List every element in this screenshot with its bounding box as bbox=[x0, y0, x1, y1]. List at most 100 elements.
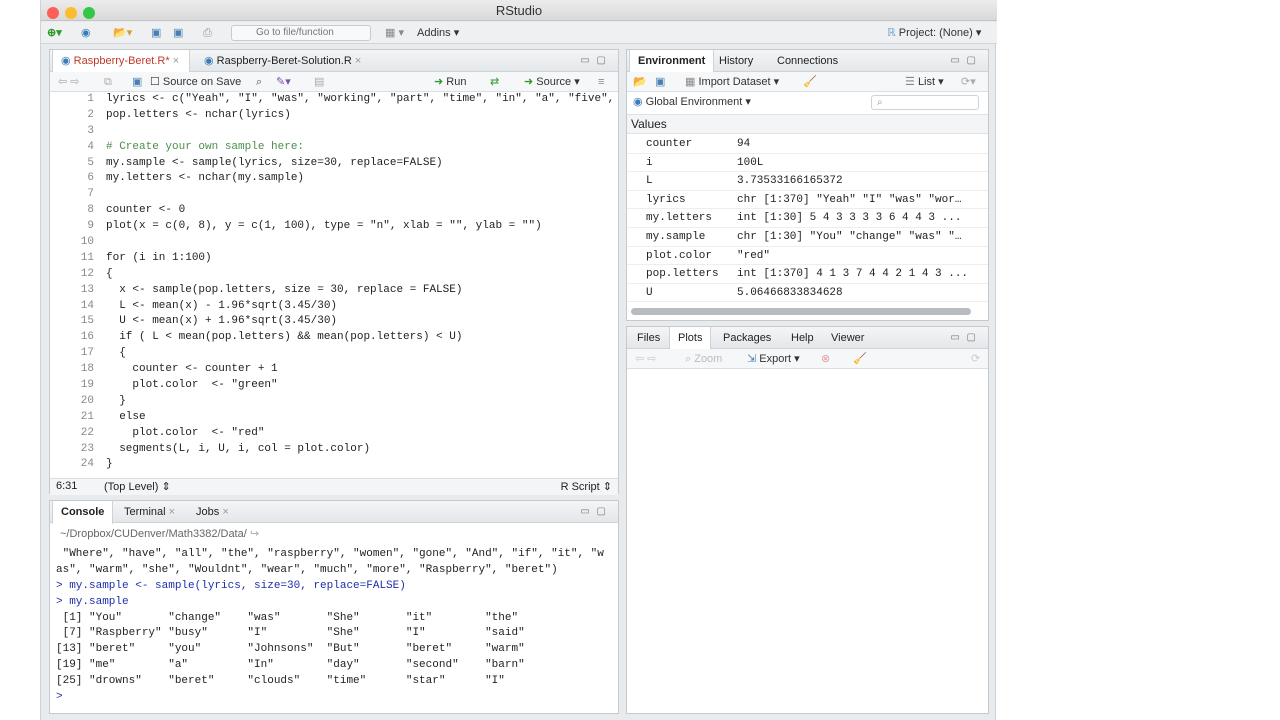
import-dataset-button[interactable]: ▦ Import Dataset ▾ bbox=[685, 74, 779, 90]
refresh-icon[interactable]: ⟳ bbox=[971, 351, 980, 367]
outline-icon[interactable]: ≡ bbox=[598, 74, 604, 90]
code-editor[interactable]: 1 2 3 4 5 6 7 8 9 10 11 12 13 14 15 16 17 18 19 20 21 22 23 24 … bbox=[50, 92, 616, 526]
scope-selector[interactable]: ◉ Global Environment ▾ bbox=[633, 94, 751, 110]
tab-label: Plots bbox=[678, 332, 703, 344]
pane-minmax-icon[interactable]: ▭ ▢ bbox=[580, 55, 608, 66]
code-lines[interactable]: lyrics <- c("Yeah", "I", "was", "working… bbox=[106, 92, 614, 473]
show-in-window-icon[interactable]: ⧉ bbox=[104, 74, 112, 90]
tab-history[interactable]: History bbox=[711, 50, 761, 72]
title-bar: RStudio bbox=[41, 0, 997, 21]
go-to-file-input[interactable]: Go to file/function bbox=[231, 25, 371, 41]
tab-viewer[interactable]: Viewer bbox=[823, 327, 872, 349]
save-workspace-icon[interactable]: ▣ bbox=[655, 74, 665, 90]
code-tools-icon[interactable]: ✎▾ bbox=[276, 74, 291, 90]
source-label: Source bbox=[536, 76, 572, 88]
tab-raspberry-beret-solution[interactable]: ◉ Raspberry-Beret-Solution.R × bbox=[196, 50, 369, 72]
save-file-icon[interactable]: ▣ bbox=[132, 74, 142, 90]
console-output[interactable]: "Where", "have", "all", "the", "raspberr… bbox=[56, 547, 604, 706]
environment-row[interactable]: i 100L bbox=[627, 154, 988, 173]
scope-selector[interactable]: (Top Level) ⇕ bbox=[104, 480, 171, 493]
print-icon[interactable]: ⎙ bbox=[203, 25, 212, 41]
variable-value: 94 bbox=[737, 138, 751, 150]
environment-row[interactable]: plot.color "red" bbox=[627, 247, 988, 266]
horizontal-scrollbar[interactable] bbox=[631, 308, 971, 315]
variable-value: "red" bbox=[737, 249, 771, 262]
workspace-panes-icon[interactable]: ▦ ▾ bbox=[385, 25, 404, 41]
run-button[interactable]: ➜ Run bbox=[434, 74, 466, 90]
save-icon[interactable]: ▣ bbox=[151, 25, 161, 41]
tab-environment[interactable]: Environment bbox=[629, 50, 715, 73]
environment-row[interactable]: pop.letters int [1:370] 4 1 3 7 4 4 2 1 4… bbox=[627, 265, 988, 284]
plots-pane: Files Plots Packages Help Viewer ▭ ▢ ⇦ ⇨… bbox=[626, 326, 989, 714]
project-menu[interactable]: ℝ Project: (None) ▾ bbox=[887, 25, 981, 41]
close-tab-icon[interactable]: × bbox=[169, 506, 175, 518]
section-label: Values bbox=[631, 117, 667, 131]
tab-connections[interactable]: Connections bbox=[769, 50, 846, 72]
file-type-selector[interactable]: R Script ⇕ bbox=[561, 480, 612, 493]
line-number: 3 bbox=[87, 124, 94, 137]
line-number: 24 bbox=[80, 458, 94, 471]
tab-help[interactable]: Help bbox=[783, 327, 822, 349]
search-icon[interactable]: ⌕ bbox=[256, 74, 262, 90]
list-view-label: List bbox=[917, 76, 936, 88]
tab-raspberry-beret[interactable]: ◉ Raspberry-Beret.R* × bbox=[52, 50, 190, 73]
search-icon: ⌕ bbox=[877, 97, 883, 108]
code-line: # Create your own sample here: bbox=[106, 140, 305, 153]
compile-report-icon[interactable]: ▤ bbox=[314, 74, 324, 90]
environment-row[interactable]: counter 94 bbox=[627, 135, 988, 154]
open-file-icon[interactable]: 📂▾ bbox=[113, 25, 132, 41]
addins-menu[interactable]: Addins ▾ bbox=[417, 25, 459, 41]
variable-name: my.letters bbox=[646, 212, 713, 225]
list-view-selector[interactable]: ☰ List ▾ bbox=[905, 74, 944, 90]
environment-search-input[interactable]: ⌕ bbox=[871, 95, 979, 110]
pane-minmax-icon[interactable]: ▭ ▢ bbox=[950, 55, 978, 66]
line-number: 1 bbox=[87, 93, 94, 105]
environment-row[interactable]: my.letters int [1:30] 5 4 3 3 3 3 6 4 4 3… bbox=[627, 209, 988, 228]
tab-console[interactable]: Console bbox=[52, 501, 114, 524]
close-tab-icon[interactable]: × bbox=[222, 506, 228, 518]
tab-plots[interactable]: Plots bbox=[669, 327, 712, 350]
clear-plots-icon[interactable]: 🧹 bbox=[853, 351, 867, 367]
variable-name: my.sample bbox=[646, 231, 706, 243]
load-workspace-icon[interactable]: 📂 bbox=[633, 74, 647, 90]
tab-packages[interactable]: Packages bbox=[715, 327, 779, 349]
environment-row[interactable]: my.sample chr [1:30] "You" "change" "was"… bbox=[627, 228, 988, 247]
pane-minmax-icon[interactable]: ▭ ▢ bbox=[580, 506, 608, 517]
source-on-save-checkbox[interactable]: ☐ Source on Save bbox=[150, 74, 241, 90]
environment-row[interactable]: U 5.06466833834628 bbox=[627, 284, 988, 303]
pane-minmax-icon[interactable]: ▭ ▢ bbox=[950, 332, 978, 343]
maximize-window-button[interactable] bbox=[83, 7, 95, 19]
tab-terminal[interactable]: Terminal × bbox=[116, 501, 183, 523]
export-button[interactable]: ⇲ Export ▾ bbox=[747, 351, 800, 367]
line-number: 7 bbox=[87, 188, 94, 201]
variable-value: int [1:30] 5 4 3 3 3 3 6 4 4 3 ... bbox=[737, 212, 962, 225]
environment-row[interactable]: L 3.73533166165372 bbox=[627, 172, 988, 191]
source-button[interactable]: ➜ Source ▾ bbox=[524, 74, 580, 90]
environment-row[interactable]: lyrics chr [1:370] "Yeah" "I" "was" "wor… bbox=[627, 191, 988, 210]
remove-plot-icon[interactable]: ⊗ bbox=[821, 351, 830, 367]
rerun-icon[interactable]: ⇄ bbox=[490, 74, 499, 90]
line-number: 20 bbox=[80, 394, 94, 407]
tab-label: Terminal bbox=[124, 506, 166, 518]
code-line: my.sample <- sample(lyrics, size=30, rep… bbox=[106, 156, 443, 169]
import-dataset-label: Import Dataset bbox=[698, 76, 771, 88]
tab-label: Environment bbox=[638, 55, 706, 67]
save-all-icon[interactable]: ▣ bbox=[173, 25, 183, 41]
line-number: 9 bbox=[87, 220, 94, 233]
zoom-button[interactable]: ⌕ Zoom bbox=[685, 351, 722, 367]
new-project-icon[interactable]: ◉ bbox=[81, 25, 91, 41]
new-file-icon[interactable]: ⊕▾ bbox=[47, 25, 62, 41]
back-icon[interactable]: ⇦ ⇨ bbox=[58, 74, 80, 90]
close-window-button[interactable] bbox=[47, 7, 59, 19]
go-to-directory-icon[interactable]: ↪ bbox=[250, 528, 259, 540]
tab-files[interactable]: Files bbox=[629, 327, 668, 349]
console-line: [19] "me" "a" "In" "day" "second" "barn" bbox=[56, 659, 525, 672]
tab-jobs[interactable]: Jobs × bbox=[188, 501, 237, 523]
clear-workspace-icon[interactable]: 🧹 bbox=[803, 74, 817, 90]
minimize-window-button[interactable] bbox=[65, 7, 77, 19]
previous-plot-icon[interactable]: ⇦ ⇨ bbox=[635, 351, 657, 367]
close-tab-icon[interactable]: × bbox=[355, 55, 361, 67]
variable-name: U bbox=[646, 286, 653, 299]
refresh-icon[interactable]: ⟳▾ bbox=[961, 74, 976, 90]
close-tab-icon[interactable]: × bbox=[173, 55, 179, 67]
